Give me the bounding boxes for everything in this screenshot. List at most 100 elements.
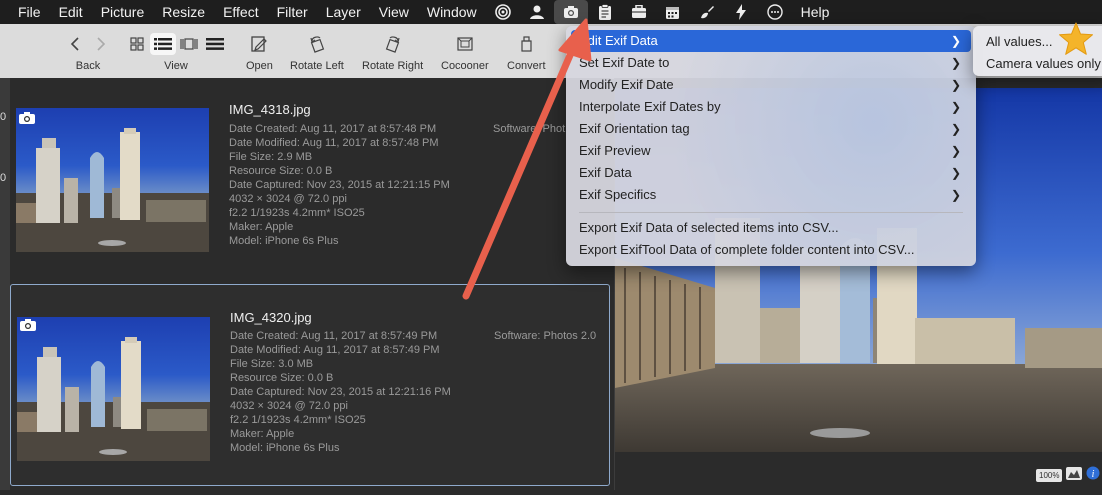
menu-item-label: Exif Data [579,165,632,180]
lightning-icon[interactable] [724,0,758,24]
menu-item-label: Export Exif Data of selected items into … [579,220,839,235]
convert-label: Convert [507,60,546,72]
open-icon [251,36,268,52]
maker: Maker: Apple [229,221,294,233]
grid-view-icon[interactable] [124,33,150,55]
cocooner-button[interactable]: Cocooner [441,32,489,72]
cocooner-icon [457,37,473,51]
zoom-badge[interactable]: 100% [1036,469,1063,482]
submenu-arrow-icon: ❯ [950,56,961,70]
details-view-icon[interactable] [202,33,228,55]
menu-item-interpolate-exif-dates[interactable]: Interpolate Exif Dates by ❯ [571,96,971,118]
menu-item-exif-specifics[interactable]: Exif Specifics ❯ [571,184,971,206]
menu-item-label: Export ExifTool Data of complete folder … [579,242,915,257]
menu-resize[interactable]: Resize [153,0,214,24]
filmstrip-view-icon[interactable] [176,33,202,55]
menu-item-label: Exif Orientation tag [579,121,690,136]
rotate-right-icon [385,36,400,53]
menu-view[interactable]: View [370,0,418,24]
camera-badge-icon [19,112,35,124]
date-created: Date Created: Aug 11, 2017 at 8:57:48 PM [229,123,437,135]
brush-icon[interactable] [690,0,724,24]
dimensions: 4032 × 3024 @ 72.0 ppi [230,400,348,412]
menu-effect[interactable]: Effect [214,0,268,24]
menu-item-set-exif-date[interactable]: Set Exif Date to ❯ [571,52,971,74]
menu-picture[interactable]: Picture [92,0,154,24]
clipboard-icon[interactable] [588,0,622,24]
file-list: IMG_4318.jpg Date Created: Aug 11, 2017 … [10,78,610,490]
target-icon[interactable] [486,0,520,24]
file-row-img-4318[interactable]: IMG_4318.jpg Date Created: Aug 11, 2017 … [10,88,608,288]
info-icon[interactable]: i [1086,466,1100,485]
submenu-arrow-icon: ❯ [950,34,961,48]
list-view-icon[interactable] [150,33,176,55]
camera-icon[interactable] [553,0,588,24]
menu-item-exif-data[interactable]: Exif Data ❯ [571,162,971,184]
menu-item-label: Modify Exif Date [579,77,674,92]
menu-layer[interactable]: Layer [317,0,370,24]
menu-item-export-exif-csv[interactable]: Export Exif Data of selected items into … [571,217,971,239]
back-label: Back [75,60,101,72]
star-icon [1059,22,1093,55]
menu-item-label: Exif Preview [579,143,651,158]
submenu-item-all-values[interactable]: All values... [986,34,1052,49]
exposure: f2.2 1/1923s 4.2mm* ISO25 [230,414,366,426]
date-created: Date Created: Aug 11, 2017 at 8:57:49 PM [230,330,438,342]
view-label: View [164,60,188,72]
svg-text:i: i [1092,469,1095,480]
file-row-img-4320[interactable]: IMG_4320.jpg Date Created: Aug 11, 2017 … [10,284,610,486]
menu-bar: File Edit Picture Resize Effect Filter L… [0,0,1102,24]
submenu-arrow-icon: ❯ [950,144,961,158]
thumbnail-img-4320 [17,317,210,461]
model: Model: iPhone 6s Plus [229,235,339,247]
menu-help[interactable]: Help [792,0,839,24]
rotate-left-label: Rotate Left [290,60,344,72]
rotate-right-label: Rotate Right [362,60,424,72]
thumbnail-img-4318 [16,108,209,252]
menu-item-label: Set Exif Date to [579,55,670,70]
calendar-icon[interactable] [656,0,690,24]
ellipsis-icon[interactable] [758,0,792,24]
submenu-arrow-icon: ❯ [950,166,961,180]
submenu-arrow-icon: ❯ [950,100,961,114]
histogram-icon[interactable] [1066,466,1083,485]
rotate-right-button[interactable]: Rotate Right [362,32,423,72]
menu-item-edit-exif-data[interactable]: Edit Exif Data ❯ [571,30,971,52]
menu-file[interactable]: File [0,0,50,24]
left-edge-value-2: 0 [0,172,7,184]
menu-edit[interactable]: Edit [50,0,92,24]
menu-window[interactable]: Window [418,0,486,24]
file-size: File Size: 2.9 MB [229,151,313,163]
preview-status-bar: 100% i [1036,466,1100,485]
open-label: Open [246,60,273,72]
file-metadata: Date Created: Aug 11, 2017 at 8:57:49 PM… [230,329,451,455]
date-modified: Date Modified: Aug 11, 2017 at 8:57:48 P… [229,137,439,149]
file-size: File Size: 3.0 MB [230,358,314,370]
left-edge-value-1: 0 [0,111,7,123]
convert-button[interactable]: Convert [507,32,546,72]
file-metadata: Date Created: Aug 11, 2017 at 8:57:48 PM… [229,122,450,248]
menu-filter[interactable]: Filter [268,0,317,24]
menu-item-exif-orientation-tag[interactable]: Exif Orientation tag ❯ [571,118,971,140]
submenu-arrow-icon: ❯ [950,122,961,136]
rotate-left-button[interactable]: Rotate Left [290,32,344,72]
submenu-item-camera-values-only[interactable]: Camera values only [986,56,1101,71]
person-icon[interactable] [520,0,554,24]
convert-icon [521,36,532,52]
forward-button[interactable] [88,33,114,55]
menu-item-exif-preview[interactable]: Exif Preview ❯ [571,140,971,162]
briefcase-icon[interactable] [622,0,656,24]
software: Software: Photos 2.0 [494,330,597,342]
menu-item-modify-exif-date[interactable]: Modify Exif Date ❯ [571,74,971,96]
menu-item-export-exiftool-csv[interactable]: Export ExifTool Data of complete folder … [571,239,971,261]
open-button[interactable]: Open [246,32,273,72]
maker: Maker: Apple [230,428,295,440]
back-button[interactable] [62,33,88,55]
date-captured: Date Captured: Nov 23, 2015 at 12:21:15 … [229,179,450,191]
menu-separator [579,212,963,213]
software: Software: Phot [493,123,566,135]
date-captured: Date Captured: Nov 23, 2015 at 12:21:16 … [230,386,451,398]
date-modified: Date Modified: Aug 11, 2017 at 8:57:49 P… [230,344,440,356]
camera-badge-icon [20,319,36,331]
back-group: Back [62,32,114,72]
